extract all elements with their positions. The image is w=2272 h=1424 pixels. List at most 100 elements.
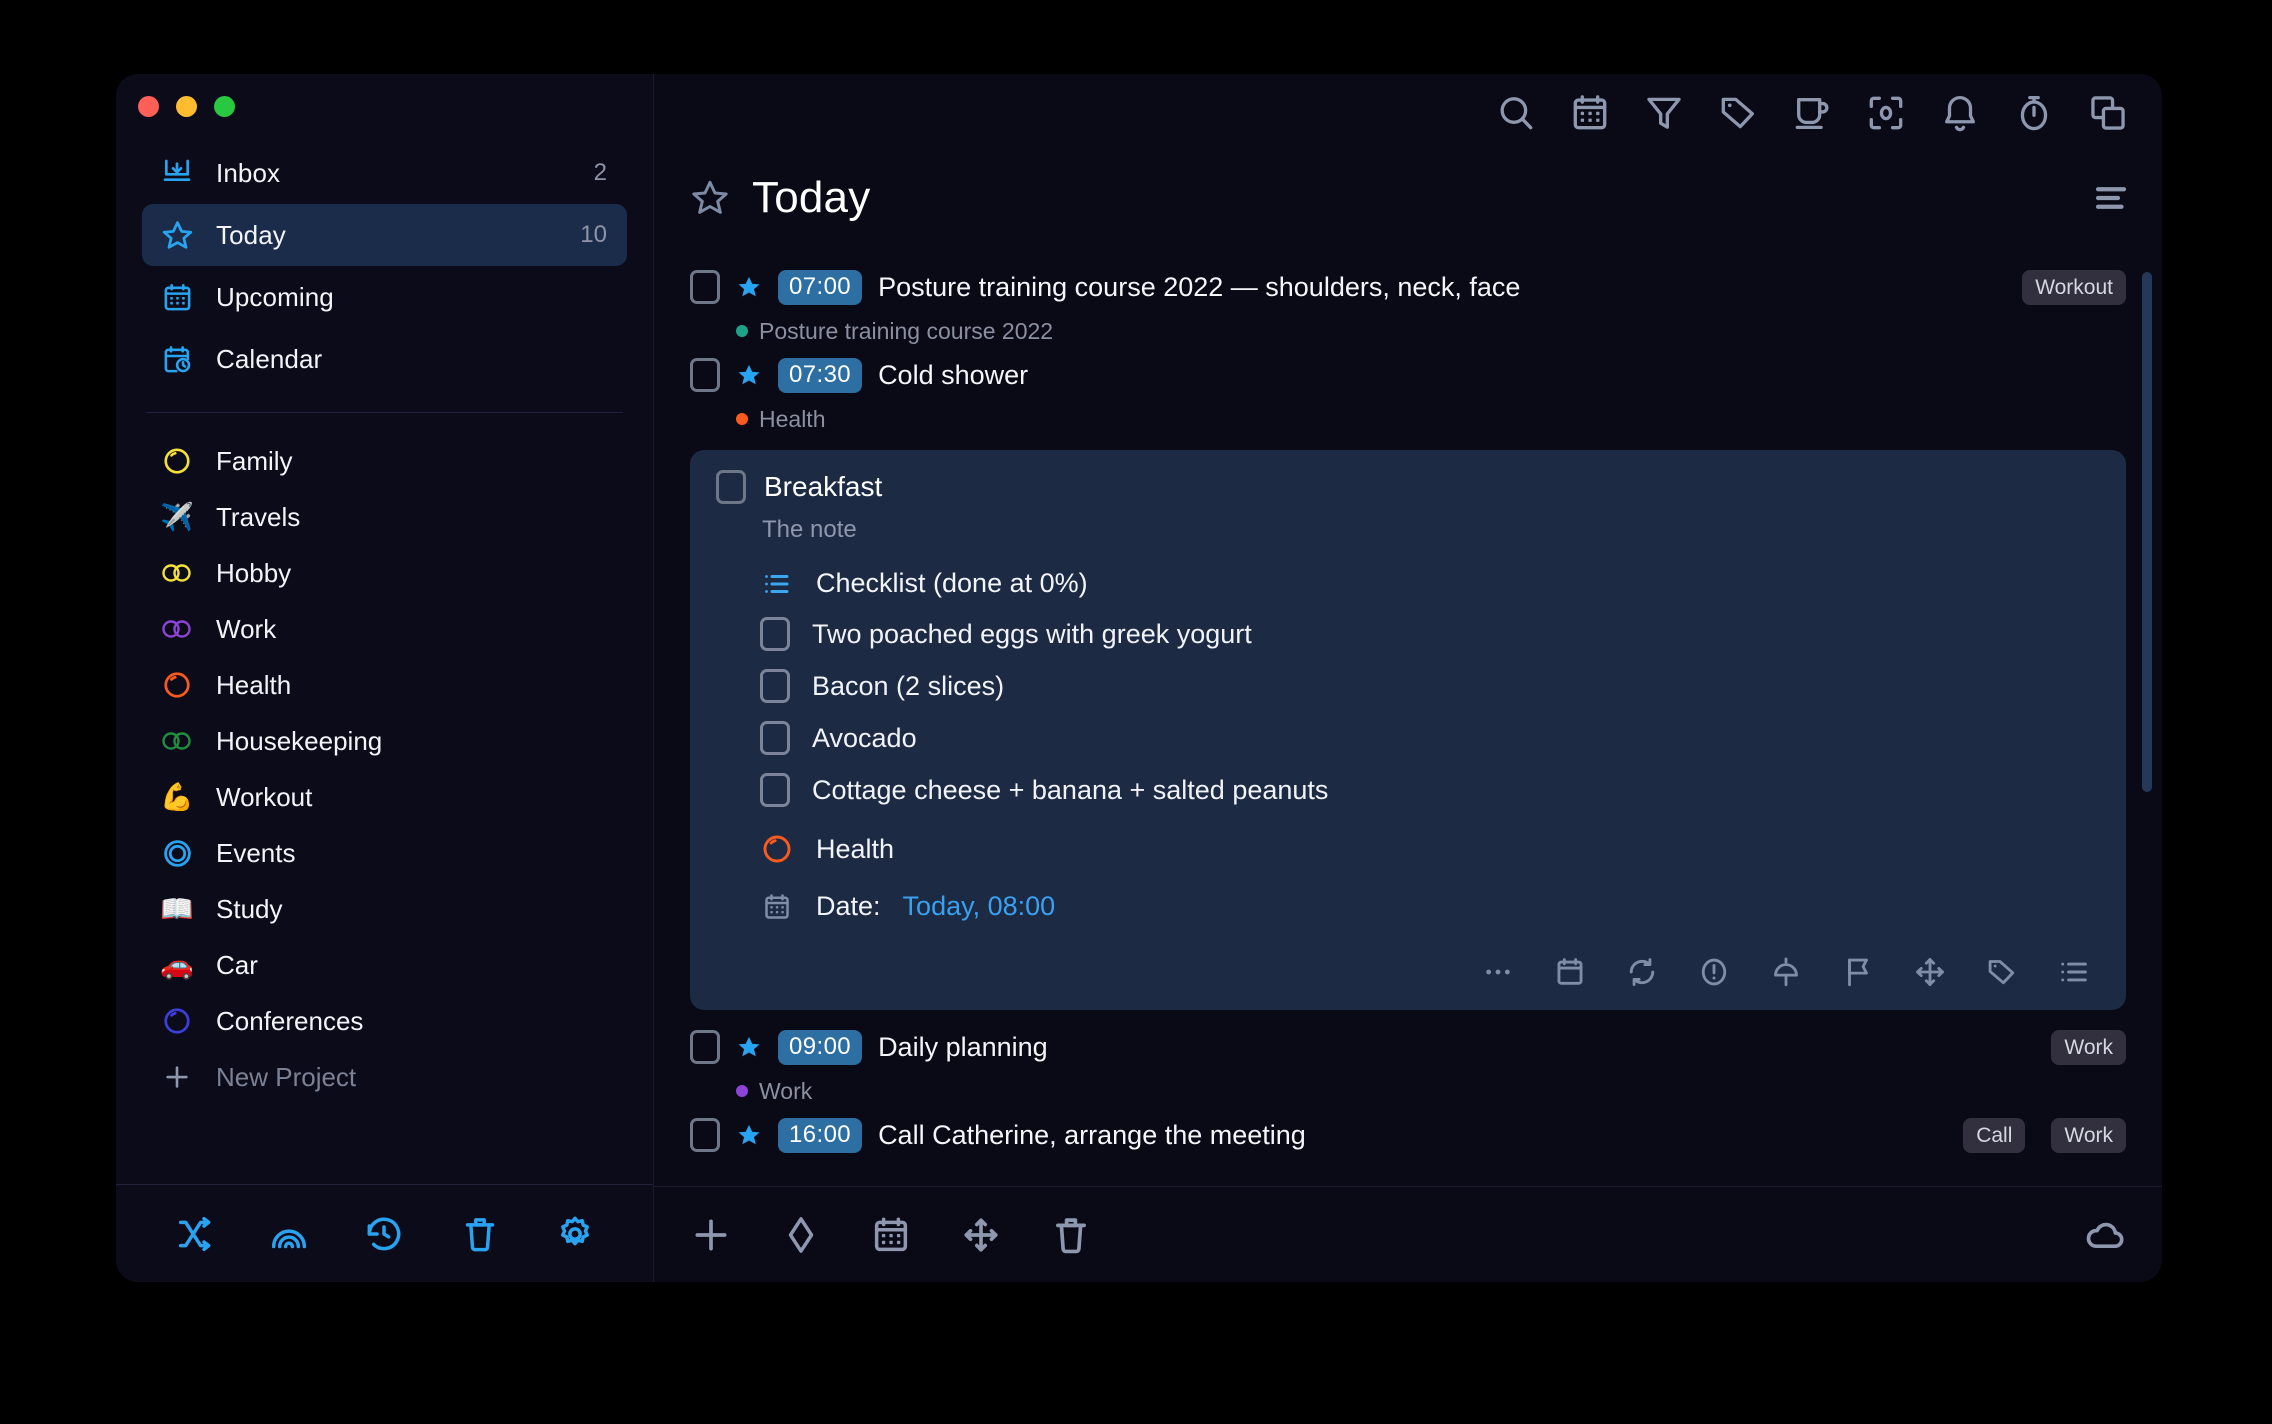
sidebar-project-hobby[interactable]: Hobby (142, 545, 627, 601)
project-color-dot (736, 413, 748, 425)
task-note[interactable]: The note (716, 516, 2100, 544)
sidebar: Inbox 2 Today 10 Upcoming Calendar Famil… (116, 74, 654, 1282)
star-icon[interactable] (736, 1034, 762, 1060)
checklist-icon[interactable] (2054, 952, 2094, 992)
checklist-heading: Checklist (done at 0%) (816, 568, 1088, 598)
sidebar-item-today[interactable]: Today 10 (142, 204, 627, 266)
task-project-label: Work (759, 1077, 813, 1104)
split-panels-icon[interactable] (2084, 89, 2132, 137)
minimize-button[interactable] (176, 96, 197, 117)
plus-icon[interactable] (688, 1212, 734, 1258)
checklist-item[interactable]: Bacon (2 slices) (716, 669, 2100, 703)
sidebar-project-housekeeping[interactable]: Housekeeping (142, 713, 627, 769)
history-clock-icon[interactable] (361, 1211, 407, 1257)
task-checkbox[interactable] (690, 358, 720, 392)
rainbow-arc-icon[interactable] (266, 1211, 312, 1257)
trash-icon[interactable] (457, 1211, 503, 1257)
two-circles-icon (160, 724, 194, 758)
card-date-row[interactable]: Date: Today, 08:00 (716, 891, 2100, 922)
sidebar-project-travels[interactable]: ✈️ Travels (142, 489, 627, 545)
checklist-item[interactable]: Two poached eggs with greek yogurt (716, 617, 2100, 651)
sidebar-project-conferences[interactable]: Conferences (142, 993, 627, 1049)
expanded-task-card[interactable]: Breakfast The note Checklist (done at 0%… (690, 450, 2126, 1010)
task-checkbox[interactable] (716, 470, 746, 504)
tag-icon[interactable] (1982, 952, 2022, 992)
calendar-icon[interactable] (1550, 952, 1590, 992)
top-toolbar (654, 74, 2162, 152)
diamond-tag-icon[interactable] (778, 1212, 824, 1258)
star-icon (160, 218, 194, 252)
hamburger-menu-icon[interactable] (2090, 177, 2132, 219)
close-button[interactable] (138, 96, 159, 117)
tag-icon[interactable] (1714, 89, 1762, 137)
task-checkbox[interactable] (690, 270, 720, 304)
filter-icon[interactable] (1640, 89, 1688, 137)
vertical-scrollbar[interactable] (2142, 272, 2152, 792)
task-title: Posture training course 2022 — shoulders… (878, 271, 1521, 302)
calendar-icon[interactable] (868, 1212, 914, 1258)
sidebar-item-upcoming[interactable]: Upcoming (142, 266, 627, 328)
checklist-header: Checklist (done at 0%) (716, 568, 2100, 599)
sidebar-new-project-button[interactable]: New Project (142, 1049, 627, 1105)
task-row[interactable]: 16:00 Call Catherine, arrange the meetin… (690, 1108, 2126, 1158)
checklist-item-checkbox[interactable] (760, 669, 790, 703)
checklist-item-checkbox[interactable] (760, 773, 790, 807)
task-tag[interactable]: Call (1963, 1117, 2026, 1153)
search-icon[interactable] (1492, 89, 1540, 137)
checklist-item-checkbox[interactable] (760, 721, 790, 755)
task-row[interactable]: 07:00 Posture training course 2022 — sho… (690, 260, 2126, 348)
cloud-sync-icon[interactable] (2082, 1212, 2128, 1258)
task-row[interactable]: 09:00 Daily planning Work Work (690, 1020, 2126, 1108)
card-project-label: Health (816, 833, 895, 864)
sidebar-item-calendar[interactable]: Calendar (142, 328, 627, 390)
pin-icon[interactable] (1766, 952, 1806, 992)
sidebar-project-family[interactable]: Family (142, 433, 627, 489)
sidebar-item-inbox[interactable]: Inbox 2 (142, 142, 627, 204)
checklist-item[interactable]: Cottage cheese + banana + salted peanuts (716, 773, 2100, 807)
calendar-icon[interactable] (1566, 89, 1614, 137)
sidebar-project-health[interactable]: Health (142, 657, 627, 713)
focus-frame-icon[interactable] (1862, 89, 1910, 137)
task-row[interactable]: 07:30 Cold shower Health (690, 348, 2126, 436)
coffee-mug-icon[interactable] (1788, 89, 1836, 137)
task-tag[interactable]: Work (2051, 1029, 2126, 1065)
circle-icon (160, 1004, 194, 1038)
flag-icon[interactable] (1838, 952, 1878, 992)
trash-icon[interactable] (1048, 1212, 1094, 1258)
window-controls (138, 96, 235, 117)
task-tag[interactable]: Work (2051, 1117, 2126, 1153)
task-checkbox[interactable] (690, 1030, 720, 1064)
star-icon[interactable] (736, 362, 762, 388)
project-color-dot (736, 325, 748, 337)
stopwatch-icon[interactable] (2010, 89, 2058, 137)
sidebar-project-events[interactable]: Events (142, 825, 627, 881)
checklist-item[interactable]: Avocado (716, 721, 2100, 755)
task-checkbox[interactable] (690, 1118, 720, 1152)
page-title: Today (752, 173, 871, 222)
sidebar-item-label: Today (216, 219, 286, 250)
sidebar-item-label: Upcoming (216, 281, 334, 312)
bell-icon[interactable] (1936, 89, 1984, 137)
zoom-button[interactable] (214, 96, 235, 117)
checklist-item-checkbox[interactable] (760, 617, 790, 651)
shuffle-icon[interactable] (171, 1211, 217, 1257)
move-arrows-icon[interactable] (1910, 952, 1950, 992)
circle-icon (160, 444, 194, 478)
task-tag[interactable]: Workout (2022, 269, 2126, 305)
sidebar-project-car[interactable]: 🚗 Car (142, 937, 627, 993)
star-icon[interactable] (736, 1122, 762, 1148)
sidebar-project-study[interactable]: 📖 Study (142, 881, 627, 937)
sidebar-project-work[interactable]: Work (142, 601, 627, 657)
sidebar-item-label: Calendar (216, 343, 323, 374)
repeat-icon[interactable] (1622, 952, 1662, 992)
move-arrows-icon[interactable] (958, 1212, 1004, 1258)
card-project-row[interactable]: Health (716, 833, 2100, 865)
priority-icon[interactable] (1694, 952, 1734, 992)
task-project-line: Health (690, 402, 2126, 436)
card-date-value[interactable]: Today, 08:00 (903, 891, 1056, 922)
gear-icon[interactable] (552, 1211, 598, 1257)
more-dots-icon[interactable] (1478, 952, 1518, 992)
sidebar-project-label: Health (216, 669, 292, 700)
star-icon[interactable] (736, 274, 762, 300)
sidebar-project-workout[interactable]: 💪 Workout (142, 769, 627, 825)
